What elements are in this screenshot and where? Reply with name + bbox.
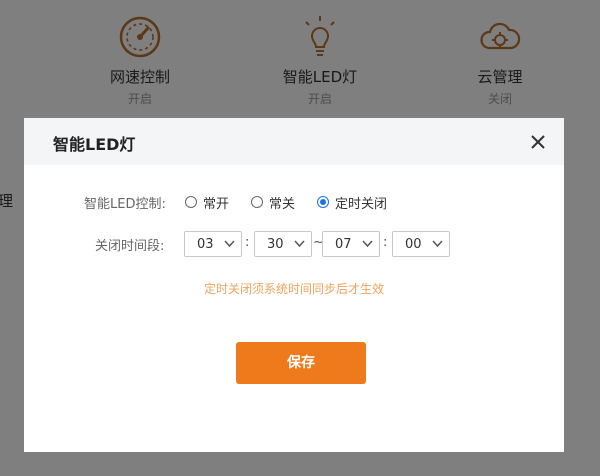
dialog-title: 智能LED灯	[53, 135, 136, 154]
select-value: 07	[335, 237, 352, 252]
sync-hint: 定时关闭须系统时间同步后才生效	[203, 282, 384, 296]
end-hour-select[interactable]: 07	[322, 231, 380, 257]
radio-always-off[interactable]: 常关	[251, 194, 296, 212]
chevron-down-icon	[294, 240, 305, 248]
close-icon[interactable]	[528, 132, 548, 152]
radio-circle[interactable]	[251, 196, 263, 208]
led-control-label: 智能LED控制:	[84, 197, 166, 212]
time-colon: :	[245, 235, 250, 250]
radio-circle-selected[interactable]	[317, 196, 329, 208]
chevron-down-icon	[362, 240, 373, 248]
time-period-label: 关闭时间段:	[95, 239, 165, 254]
chevron-down-icon	[224, 240, 235, 248]
start-hour-select[interactable]: 03	[184, 231, 242, 257]
radio-label: 常关	[269, 196, 296, 212]
radio-scheduled-off[interactable]: 定时关闭	[317, 194, 388, 212]
start-minute-select[interactable]: 30	[254, 231, 312, 257]
radio-circle[interactable]	[185, 196, 197, 208]
time-colon: :	[383, 235, 388, 250]
end-minute-select[interactable]: 00	[392, 231, 450, 257]
radio-label: 定时关闭	[335, 196, 388, 212]
save-button[interactable]: 保存	[236, 342, 366, 384]
select-value: 30	[267, 237, 284, 252]
select-value: 00	[405, 237, 422, 252]
select-value: 03	[197, 237, 214, 252]
radio-label: 常开	[203, 196, 230, 212]
dialog-header: 智能LED灯	[24, 118, 564, 165]
radio-always-on[interactable]: 常开	[185, 194, 230, 212]
chevron-down-icon	[432, 240, 443, 248]
led-settings-dialog: 智能LED灯 智能LED控制: 常开 常关 定时关闭 关闭时间段: 03 : 3…	[24, 118, 564, 452]
